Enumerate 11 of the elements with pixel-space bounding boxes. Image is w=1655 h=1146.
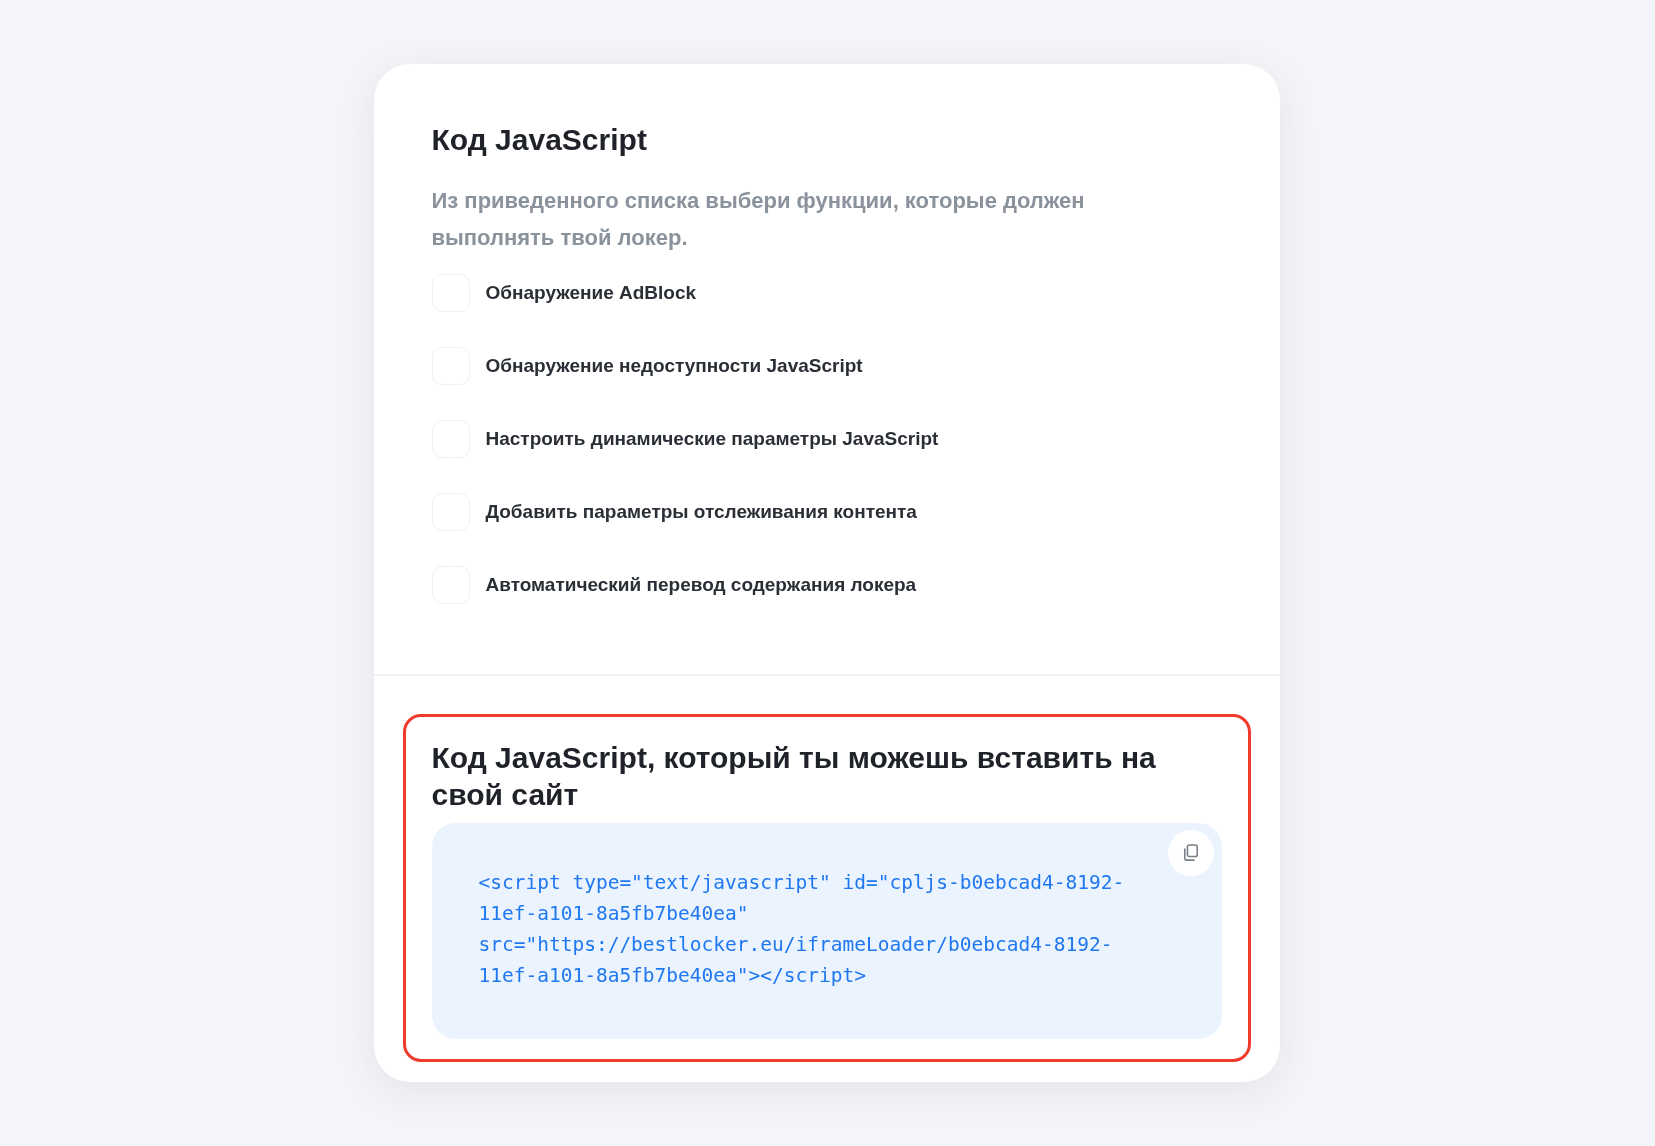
option-label: Настроить динамические параметры JavaScript [485,428,939,450]
code-title: Код JavaScript, который ты можешь вставить на свой сайт [431,740,1157,813]
copy-button[interactable] [1167,830,1214,876]
section-title: Код JavaScript [431,122,648,158]
copy-icon [1182,844,1199,862]
option-label: Обнаружение недоступности JavaScript [485,355,863,377]
option-label: Автоматический перевод содержания локера [485,574,917,596]
description: Из приведенного списка выбери функции, которые должен выполнять твой локер. [431,187,1086,252]
option-label: Обнаружение AdBlock [485,282,697,304]
code-snippet: <script type="text/javascript" id="cpljs-b0ebcad4-8192-11ef-a101-8a5fb7be40ea" src="https://bestlocker.eu/iframeLoader/b0ebcad4-8192-11ef-a101-8a5fb7be40ea"></script> [478,870,1126,989]
option-label: Добавить параметры отслеживания контента [485,501,917,523]
